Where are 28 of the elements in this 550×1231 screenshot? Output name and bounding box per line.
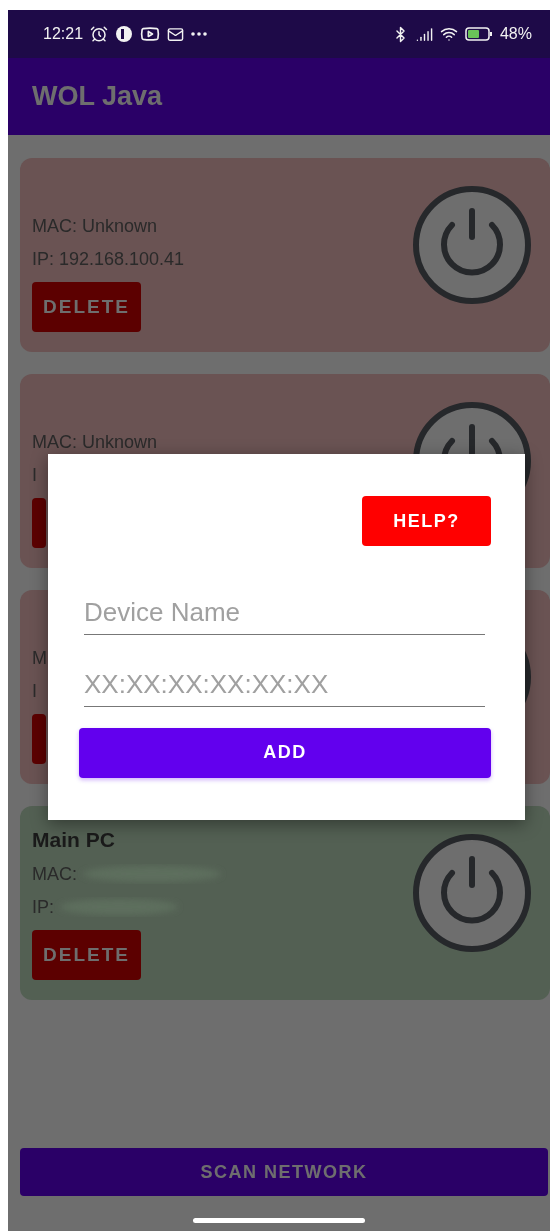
battery-icon [464,26,493,42]
mac-address: MAC: Unknown [32,216,158,236]
battery-percent: 48% [499,25,532,43]
mac-address: M [32,648,47,668]
more-icon [191,32,208,36]
mail-icon [167,25,185,43]
home-indicator[interactable] [193,1218,365,1223]
delete-button[interactable]: DELETE [32,282,141,332]
signal-icon [415,25,433,43]
device-name: Main PC [32,829,116,851]
ip-address: IP: 192.168.100.41 [32,249,185,269]
help-button[interactable]: HELP? [362,496,491,547]
add-button[interactable]: ADD [79,727,491,778]
app-icon [115,25,134,43]
delete-button[interactable] [32,714,46,764]
power-icon[interactable] [412,185,532,305]
power-icon[interactable] [412,833,532,953]
alarm-icon [90,25,109,43]
mac-address: MAC: Unknown [32,432,158,452]
ip-address: I [32,465,37,485]
app-title: WOL Java [32,81,163,112]
scan-network-button[interactable]: SCAN NETWORK [20,1148,548,1196]
delete-button[interactable]: DELETE [32,930,141,980]
wifi-icon [439,25,458,43]
ip-address: I [32,681,37,701]
delete-button[interactable] [32,498,46,548]
status-time: 12:21 [43,25,84,43]
video-icon [140,24,161,44]
